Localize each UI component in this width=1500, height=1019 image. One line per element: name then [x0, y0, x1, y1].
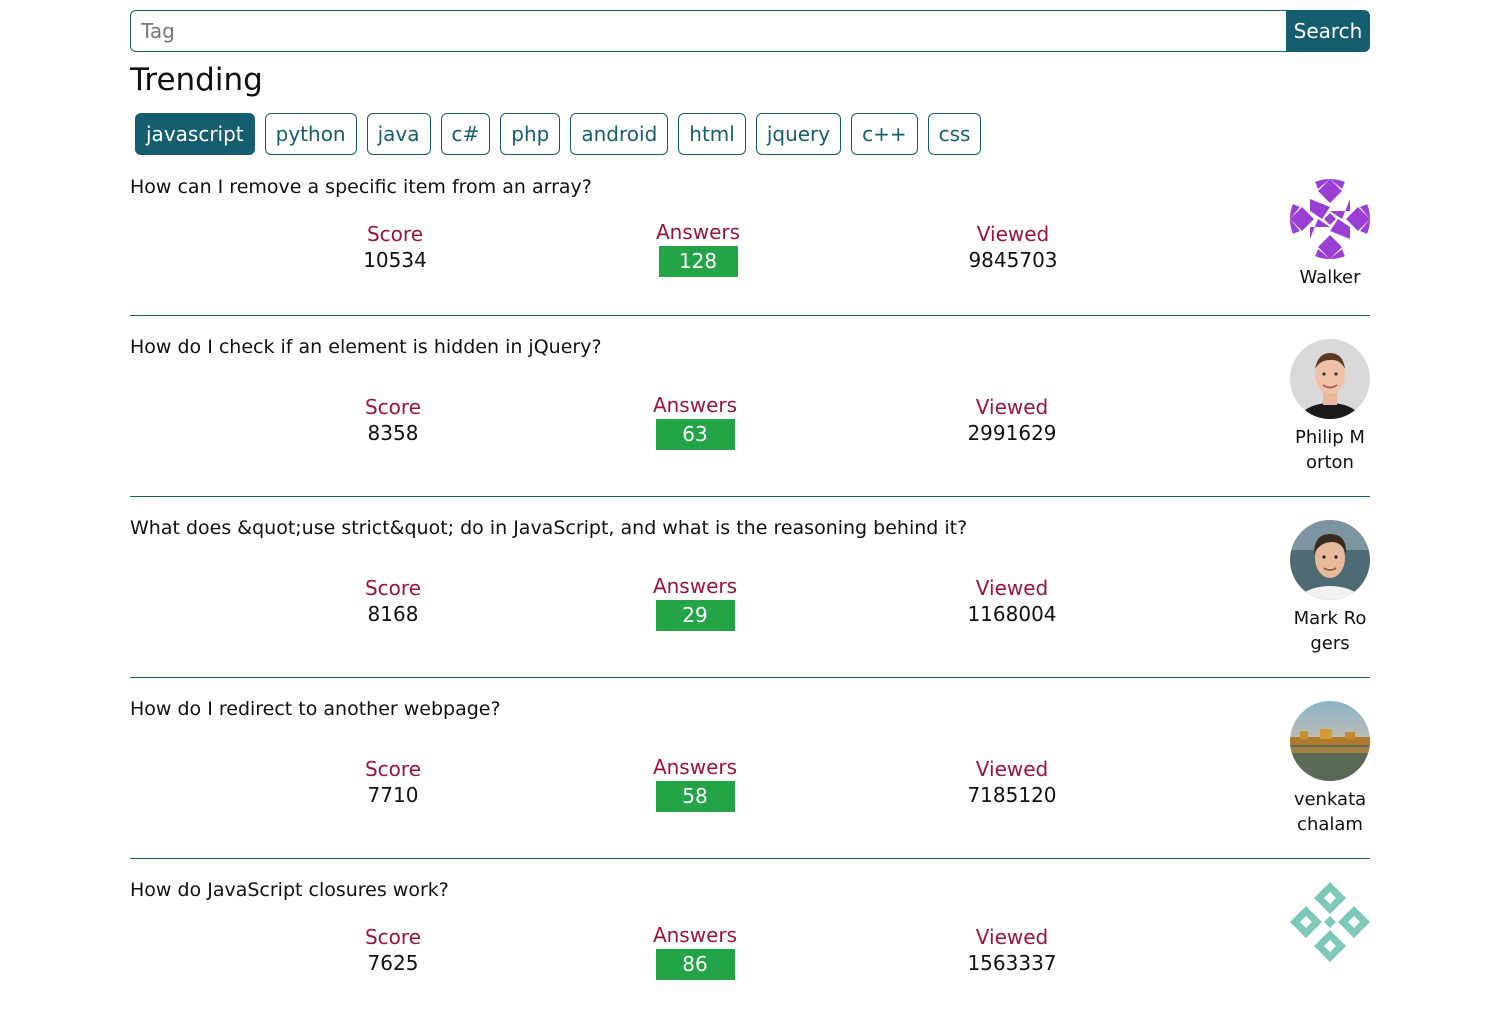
- question-title[interactable]: How do I check if an element is hidden i…: [130, 336, 1370, 358]
- viewed-value: 7185120: [967, 783, 1057, 807]
- question-author[interactable]: [1290, 882, 1370, 968]
- tag-search-input[interactable]: [130, 10, 1286, 52]
- answers-label: Answers: [655, 220, 741, 244]
- score-value: 8358: [367, 421, 419, 445]
- answers-label: Answers: [652, 393, 738, 417]
- question-title[interactable]: How can I remove a specific item from an…: [130, 176, 1370, 198]
- answers-label: Answers: [652, 755, 738, 779]
- viewed-value: 1168004: [967, 602, 1057, 626]
- score-value: 10534: [363, 248, 427, 272]
- score-label: Score: [364, 576, 421, 600]
- question-author[interactable]: Walker: [1290, 179, 1370, 290]
- tag-css[interactable]: css: [927, 113, 982, 155]
- question-list: How can I remove a specific item from an…: [130, 168, 1370, 1019]
- score-stat: Score 8358: [313, 395, 473, 447]
- viewed-stat: Viewed 1563337: [932, 925, 1092, 977]
- viewed-stat: Viewed 7185120: [932, 757, 1092, 809]
- trending-heading: Trending: [130, 62, 263, 98]
- viewed-value: 2991629: [967, 421, 1057, 445]
- score-stat: Score 7710: [313, 757, 473, 809]
- answers-stat: Answers 86: [615, 923, 775, 980]
- viewed-label: Viewed: [975, 925, 1049, 949]
- tag-python[interactable]: python: [264, 113, 357, 155]
- question-item: How can I remove a specific item from an…: [130, 176, 1370, 316]
- header-area: Search Trending javascript python java c…: [130, 10, 1370, 155]
- score-stat: Score 10534: [315, 222, 475, 274]
- answers-label: Answers: [652, 574, 738, 598]
- viewed-label: Viewed: [975, 395, 1049, 419]
- answers-count-badge: 29: [655, 600, 735, 631]
- question-title[interactable]: How do I redirect to another webpage?: [130, 698, 1370, 720]
- viewed-value: 1563337: [967, 951, 1057, 975]
- author-name[interactable]: Mark Rogers: [1290, 606, 1370, 656]
- answers-label: Answers: [652, 923, 738, 947]
- question-item: How do I redirect to another webpage? Sc…: [130, 698, 1370, 859]
- viewed-label: Viewed: [975, 757, 1049, 781]
- score-label: Score: [364, 925, 421, 949]
- score-label: Score: [366, 222, 423, 246]
- answers-count-badge: 128: [658, 246, 738, 277]
- question-author[interactable]: venkatachalam: [1290, 701, 1370, 837]
- viewed-stat: Viewed 1168004: [932, 576, 1092, 628]
- viewed-label: Viewed: [975, 576, 1049, 600]
- tag-android[interactable]: android: [570, 113, 669, 155]
- identicon-avatar: [1290, 179, 1370, 259]
- tag-csharp[interactable]: c#: [440, 113, 491, 155]
- answers-count-badge: 86: [655, 949, 735, 980]
- search-button[interactable]: Search: [1286, 10, 1370, 52]
- answers-stat: Answers 29: [615, 574, 775, 631]
- identicon-avatar: [1290, 882, 1370, 962]
- trending-tags: javascript python java c# php android ht…: [130, 113, 1370, 155]
- tag-jquery[interactable]: jquery: [755, 113, 842, 155]
- score-value: 7625: [367, 951, 419, 975]
- answers-count-badge: 58: [655, 781, 735, 812]
- answers-stat: Answers 63: [615, 393, 775, 450]
- tag-php[interactable]: php: [500, 113, 561, 155]
- question-item: How do JavaScript closures work? Score 7…: [130, 879, 1370, 999]
- author-name[interactable]: Philip Morton: [1290, 425, 1370, 475]
- search-bar: Search: [130, 10, 1370, 52]
- tag-cpp[interactable]: c++: [851, 113, 918, 155]
- author-name[interactable]: Walker: [1290, 265, 1370, 290]
- tag-html[interactable]: html: [678, 113, 746, 155]
- viewed-label: Viewed: [976, 222, 1050, 246]
- question-item: What does &quot;use strict&quot; do in J…: [130, 517, 1370, 678]
- question-title[interactable]: What does &quot;use strict&quot; do in J…: [130, 517, 1370, 539]
- viewed-stat: Viewed 2991629: [932, 395, 1092, 447]
- tag-java[interactable]: java: [366, 113, 431, 155]
- score-label: Score: [364, 757, 421, 781]
- question-title[interactable]: How do JavaScript closures work?: [130, 879, 1370, 901]
- author-name[interactable]: venkatachalam: [1290, 787, 1370, 837]
- score-value: 7710: [367, 783, 419, 807]
- viewed-stat: Viewed 9845703: [933, 222, 1093, 274]
- viewed-value: 9845703: [968, 248, 1058, 272]
- score-stat: Score 7625: [313, 925, 473, 977]
- question-author[interactable]: Mark Rogers: [1290, 520, 1370, 656]
- answers-stat: Answers 128: [618, 220, 778, 277]
- question-item: How do I check if an element is hidden i…: [130, 336, 1370, 497]
- score-label: Score: [364, 395, 421, 419]
- user-photo-avatar: [1290, 520, 1370, 600]
- tag-javascript[interactable]: javascript: [135, 113, 255, 155]
- user-photo-avatar: [1290, 701, 1370, 781]
- answers-stat: Answers 58: [615, 755, 775, 812]
- question-author[interactable]: Philip Morton: [1290, 339, 1370, 475]
- user-photo-avatar: [1290, 339, 1370, 419]
- answers-count-badge: 63: [655, 419, 735, 450]
- score-value: 8168: [367, 602, 419, 626]
- score-stat: Score 8168: [313, 576, 473, 628]
